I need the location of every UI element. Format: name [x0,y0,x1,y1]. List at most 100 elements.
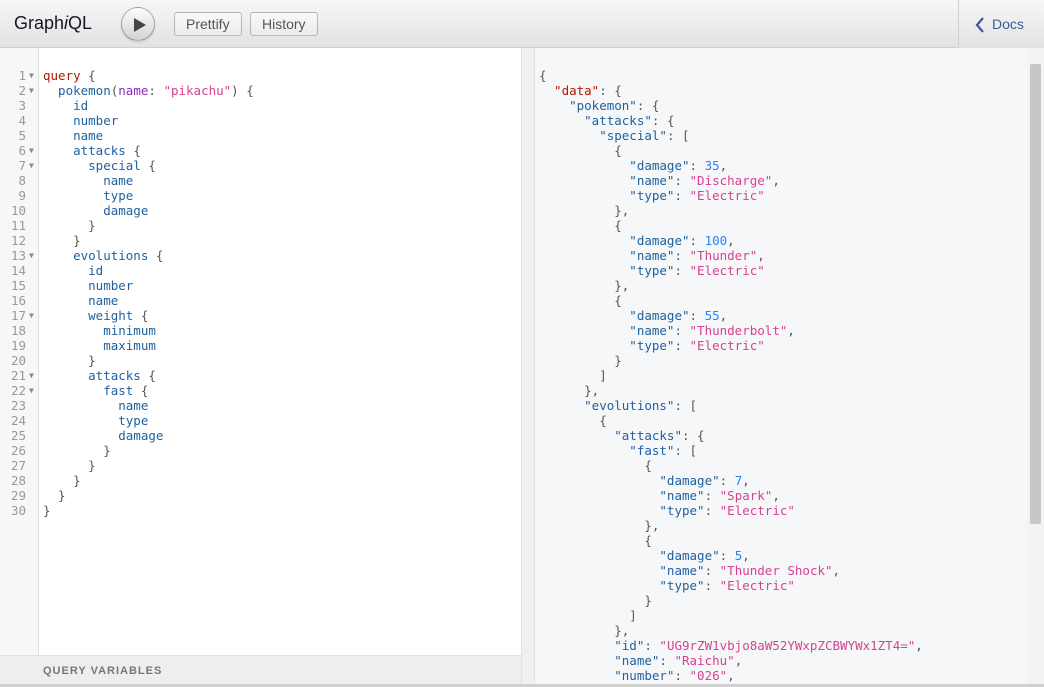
play-icon [134,18,146,32]
line-number: 10 [10,203,26,218]
code-token: } [43,458,96,473]
code-token: : [719,548,735,563]
code-token: name [118,83,149,98]
code-token: maximum [43,338,156,353]
code-token: "Thunder" [689,248,758,263]
code-line: "name": "Thunder Shock", [539,563,840,578]
code-token: { [140,158,156,173]
code-token: "type" [539,578,705,593]
result-scrollbar-thumb[interactable] [1030,64,1041,524]
code-line: special { [43,158,156,173]
code-token: : [674,188,690,203]
toolbar: GraphiQL Prettify History Docs [0,0,1044,48]
code-token: "damage" [539,158,690,173]
code-line: "number": "026", [539,668,734,683]
code-token: "damage" [539,308,690,323]
line-number: 12 [10,233,26,248]
fold-arrow-icon[interactable]: ▼ [29,308,34,323]
line-number: 2 [18,83,26,98]
code-token: "Electric" [719,503,795,518]
code-line: id [43,263,103,278]
code-token: : [674,263,690,278]
code-token: : [674,173,690,188]
code-line: { [539,68,547,83]
code-token: "Spark" [719,488,773,503]
docs-button[interactable]: Docs [958,0,1044,48]
code-token: name [43,128,104,143]
code-line: number [43,278,133,293]
code-line: } [43,473,81,488]
fold-arrow-icon[interactable]: ▼ [29,143,34,158]
code-token: evolutions [43,248,149,263]
execute-query-button[interactable] [121,7,155,41]
query-editor[interactable]: 1 ▼ query {2 ▼ pokemon(name: "pikachu") {3 … [0,48,522,687]
code-line: "pokemon": { [539,98,659,113]
code-token: name [43,173,134,188]
code-line: attacks { [43,143,141,158]
line-number: 23 [10,398,26,413]
code-token: : [689,308,705,323]
line-number: 18 [10,323,26,338]
code-token: { [539,68,547,83]
code-token: , [734,653,743,668]
line-number: 24 [10,413,26,428]
code-token: 35 [704,158,720,173]
code-token: : [ [674,443,698,458]
fold-arrow-icon[interactable]: ▼ [29,68,34,83]
code-token: : [674,338,690,353]
code-token: damage [43,203,149,218]
code-line: "type": "Electric" [539,263,765,278]
code-token: "damage" [539,473,720,488]
code-token: }, [539,278,630,293]
code-token: : [704,503,720,518]
code-line: "evolutions": [ [539,398,697,413]
code-token: "evolutions" [539,398,675,413]
code-line: name [43,293,118,308]
code-line: } [539,353,622,368]
fold-arrow-icon[interactable]: ▼ [29,368,34,383]
line-number: 14 [10,263,26,278]
fold-arrow-icon[interactable]: ▼ [29,158,34,173]
prettify-button[interactable]: Prettify [174,12,242,36]
line-number: 29 [10,488,26,503]
code-line: }, [539,383,599,398]
code-token: : [674,668,690,683]
code-token: type [43,413,149,428]
code-line: type [43,413,148,428]
code-line: { [539,293,622,308]
code-token: { [539,293,622,308]
code-line: number [43,113,118,128]
code-token: "name" [539,563,705,578]
code-token: } [43,233,81,248]
code-line: name [43,173,133,188]
code-token: : { [651,113,675,128]
fold-arrow-icon[interactable]: ▼ [29,383,34,398]
code-line: "name": "Raichu", [539,653,742,668]
code-line: } [43,353,96,368]
code-token: "UG9rZW1vbjo8aW52YWxpZCBWYWx1ZT4=" [659,638,916,653]
code-token: "number" [539,668,675,683]
code-token: , [727,233,735,248]
code-line: "type": "Electric" [539,188,765,203]
code-line: "type": "Electric" [539,338,765,353]
code-token: "026" [689,668,728,683]
code-line: "attacks": { [539,428,704,443]
code-line: maximum [43,338,156,353]
code-token: { [539,218,622,233]
code-line: } [43,488,66,503]
fold-arrow-icon[interactable]: ▼ [29,83,34,98]
code-token: "Raichu" [674,653,735,668]
line-number: 16 [10,293,26,308]
code-token: }, [539,203,630,218]
code-token: "name" [539,248,675,263]
code-token: { [133,383,149,398]
fold-arrow-icon[interactable]: ▼ [29,248,34,263]
code-token: damage [43,428,164,443]
query-variables-bar[interactable]: QUERY VARIABLES [0,655,521,687]
history-button[interactable]: History [250,12,318,36]
code-token: "Electric" [689,263,765,278]
pane-divider[interactable] [522,48,535,687]
code-line: "name": "Spark", [539,488,779,503]
line-number: 11 [10,218,26,233]
code-token: ] [539,608,637,623]
